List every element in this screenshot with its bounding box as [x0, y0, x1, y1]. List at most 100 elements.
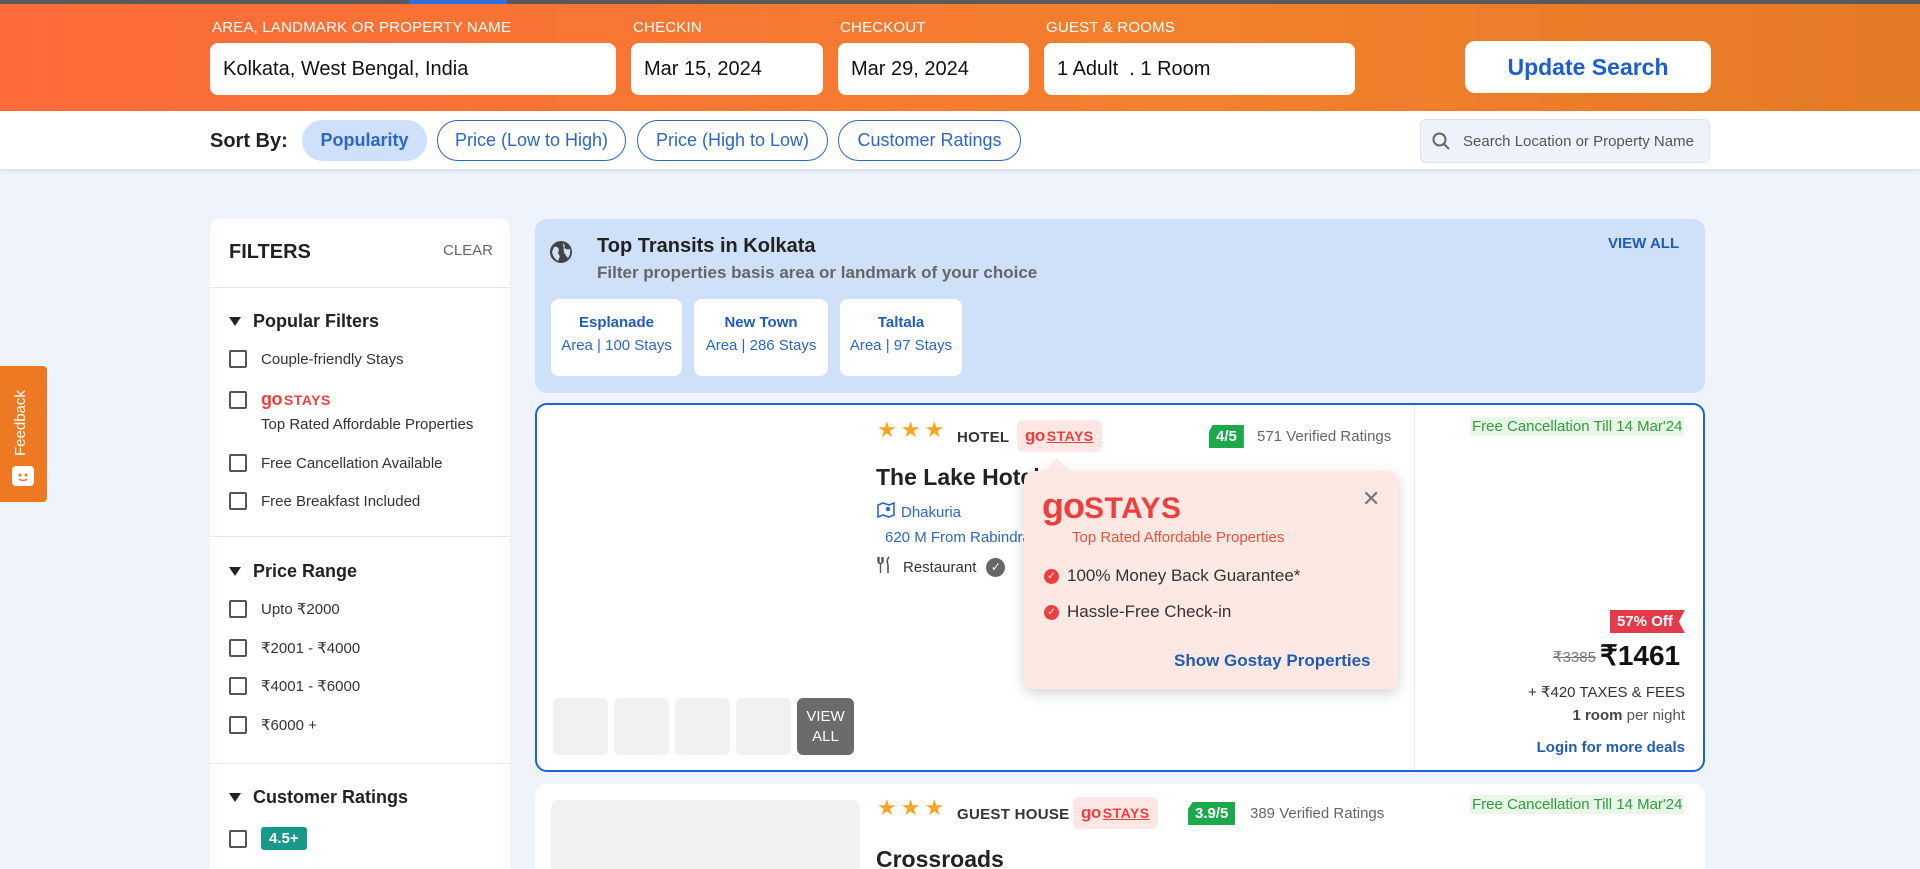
gostays-logo: goSTAYS — [1025, 426, 1094, 445]
transits-view-all-link[interactable]: VIEW ALL — [1608, 235, 1679, 252]
hotel-locality[interactable]: Dhakuria — [877, 501, 961, 523]
map-icon — [877, 501, 895, 523]
discounted-price: ₹1461 — [1600, 640, 1681, 671]
filter-free-cancellation[interactable]: Free Cancellation Available — [229, 454, 443, 472]
price-range-label: Price Range — [253, 561, 358, 581]
show-gostay-properties-button[interactable]: Show Gostay Properties — [1174, 651, 1371, 671]
transit-card-esplanade[interactable]: Esplanade Area | 100 Stays — [551, 299, 682, 376]
transit-name: Esplanade — [578, 314, 655, 331]
star-icon: ★ — [924, 795, 945, 820]
collapse-triangle-icon — [229, 317, 241, 326]
gostays-tag[interactable]: go STAYS — [1017, 420, 1102, 452]
checkbox[interactable] — [229, 639, 247, 657]
guests-input[interactable]: 1 Adult . 1 Room — [1044, 43, 1355, 95]
hotel-name[interactable]: The Lake Hotel — [876, 464, 1040, 491]
filter-label: Free Breakfast Included — [261, 492, 421, 510]
filter-price-2[interactable]: ₹2001 - ₹4000 — [229, 639, 360, 657]
star-icon: ★ — [877, 417, 897, 442]
popular-filters-title[interactable]: Popular Filters — [229, 311, 379, 332]
checkbox[interactable] — [229, 350, 247, 368]
star-rating: ★ ★ ★ — [877, 797, 944, 819]
customer-ratings-title[interactable]: Customer Ratings — [229, 787, 408, 808]
hotel-image[interactable] — [551, 800, 860, 869]
divider — [210, 763, 510, 764]
sort-customer-ratings[interactable]: Customer Ratings — [838, 120, 1021, 161]
location-label: AREA, LANDMARK OR PROPERTY NAME — [212, 19, 512, 36]
collapse-triangle-icon — [229, 567, 241, 576]
transit-card-taltala[interactable]: Taltala Area | 97 Stays — [840, 299, 962, 376]
gostays-tag[interactable]: go STAYS — [1073, 797, 1158, 829]
login-for-deals-link[interactable]: Login for more deals — [1537, 739, 1685, 756]
feedback-label: Feedback — [12, 390, 29, 456]
filter-label: Couple-friendly Stays — [261, 350, 404, 368]
location-search-input[interactable] — [1463, 132, 1703, 150]
filter-label: ₹2001 - ₹4000 — [261, 640, 361, 657]
star-icon: ★ — [877, 795, 897, 820]
filter-price-4[interactable]: ₹6000 + — [229, 716, 317, 734]
filters-title: FILTERS — [229, 241, 311, 263]
checkout-label: CHECKOUT — [840, 19, 926, 36]
feedback-tab[interactable]: Feedback — [0, 366, 47, 502]
filter-label: ₹4001 - ₹6000 — [261, 678, 361, 695]
sort-price-low-high[interactable]: Price (Low to High) — [437, 120, 626, 161]
checkbox[interactable] — [229, 716, 247, 734]
top-transits-panel: Top Transits in Kolkata Filter propertie… — [535, 219, 1705, 393]
hotel-card[interactable]: ★ ★ ★ GUEST HOUSE go STAYS 3.9/5 389 Veri… — [535, 784, 1705, 869]
location-search-box[interactable] — [1420, 119, 1710, 163]
search-icon — [1431, 131, 1451, 151]
update-search-button[interactable]: Update Search — [1465, 41, 1711, 93]
sort-price-high-low[interactable]: Price (High to Low) — [637, 120, 828, 161]
transit-name: Taltala — [877, 314, 925, 331]
hotel-distance: 620 M From Rabindra — [885, 529, 1031, 546]
transit-count: Area | 100 Stays — [561, 337, 672, 354]
filter-gostays[interactable]: go STAYS Top Rated Affordable Properties — [229, 389, 473, 433]
price-range-title[interactable]: Price Range — [229, 561, 357, 582]
hotel-thumbnail[interactable] — [553, 698, 608, 755]
location-input[interactable]: Kolkata, West Bengal, India — [210, 43, 616, 95]
filters-clear-button[interactable]: CLEAR — [443, 242, 493, 259]
search-bar: AREA, LANDMARK OR PROPERTY NAME Kolkata,… — [0, 4, 1920, 111]
checkbox[interactable] — [229, 677, 247, 695]
star-icon: ★ — [900, 795, 921, 820]
sort-label: Sort By: — [210, 130, 288, 152]
verified-ratings: 389 Verified Ratings — [1250, 805, 1385, 822]
sort-popularity[interactable]: Popularity — [302, 120, 427, 161]
guests-label: GUEST & ROOMS — [1046, 19, 1176, 36]
checkin-input[interactable]: Mar 15, 2024 — [631, 43, 823, 95]
checkbox[interactable] — [229, 492, 247, 510]
checkout-input[interactable]: Mar 29, 2024 — [838, 43, 1029, 95]
filter-free-breakfast[interactable]: Free Breakfast Included — [229, 492, 420, 510]
star-icon: ★ — [900, 417, 921, 442]
checkbox[interactable] — [229, 829, 247, 848]
hotel-thumbnail[interactable] — [736, 698, 791, 755]
check-icon: ✓ — [986, 557, 1006, 577]
check-icon: ✓ — [1044, 604, 1059, 620]
filters-panel: FILTERS CLEAR Popular Filters Couple-fri… — [210, 219, 510, 869]
per-night-text: 1 room per night — [1572, 707, 1685, 724]
fork-knife-icon — [877, 556, 893, 578]
sort-bar: Sort By: Popularity Price (Low to High) … — [0, 111, 1920, 169]
customer-ratings-label: Customer Ratings — [253, 787, 409, 807]
popular-filters-label: Popular Filters — [253, 311, 380, 331]
taxes-and-fees: + ₹420 TAXES & FEES — [1528, 684, 1685, 701]
photos-view-all-button[interactable]: VIEW ALL — [797, 698, 854, 755]
filter-couple-friendly[interactable]: Couple-friendly Stays — [229, 350, 404, 368]
transits-title: Top Transits in Kolkata — [597, 235, 816, 257]
hotel-thumbnail[interactable] — [675, 698, 730, 755]
checkbox[interactable] — [229, 391, 247, 409]
hotel-name[interactable]: Crossroads — [876, 846, 1004, 869]
checkbox[interactable] — [229, 454, 247, 472]
filter-price-3[interactable]: ₹4001 - ₹6000 — [229, 677, 360, 695]
benefit-label: 100% Money Back Guarantee* — [1067, 566, 1301, 585]
collapse-triangle-icon — [229, 793, 241, 802]
filter-rating-4-5[interactable]: 4.5+ — [229, 827, 307, 850]
hotel-thumbnail[interactable] — [614, 698, 669, 755]
property-type: HOTEL — [957, 429, 1010, 446]
gostays-logo: goSTAYS — [1081, 803, 1150, 822]
filter-label: Top Rated Affordable Properties — [261, 416, 474, 433]
filter-price-1[interactable]: Upto ₹2000 — [229, 600, 340, 618]
close-icon[interactable]: ✕ — [1362, 488, 1380, 510]
rating-score: 4/5 — [1209, 425, 1244, 448]
transit-card-new-town[interactable]: New Town Area | 286 Stays — [694, 299, 828, 376]
checkbox[interactable] — [229, 600, 247, 618]
